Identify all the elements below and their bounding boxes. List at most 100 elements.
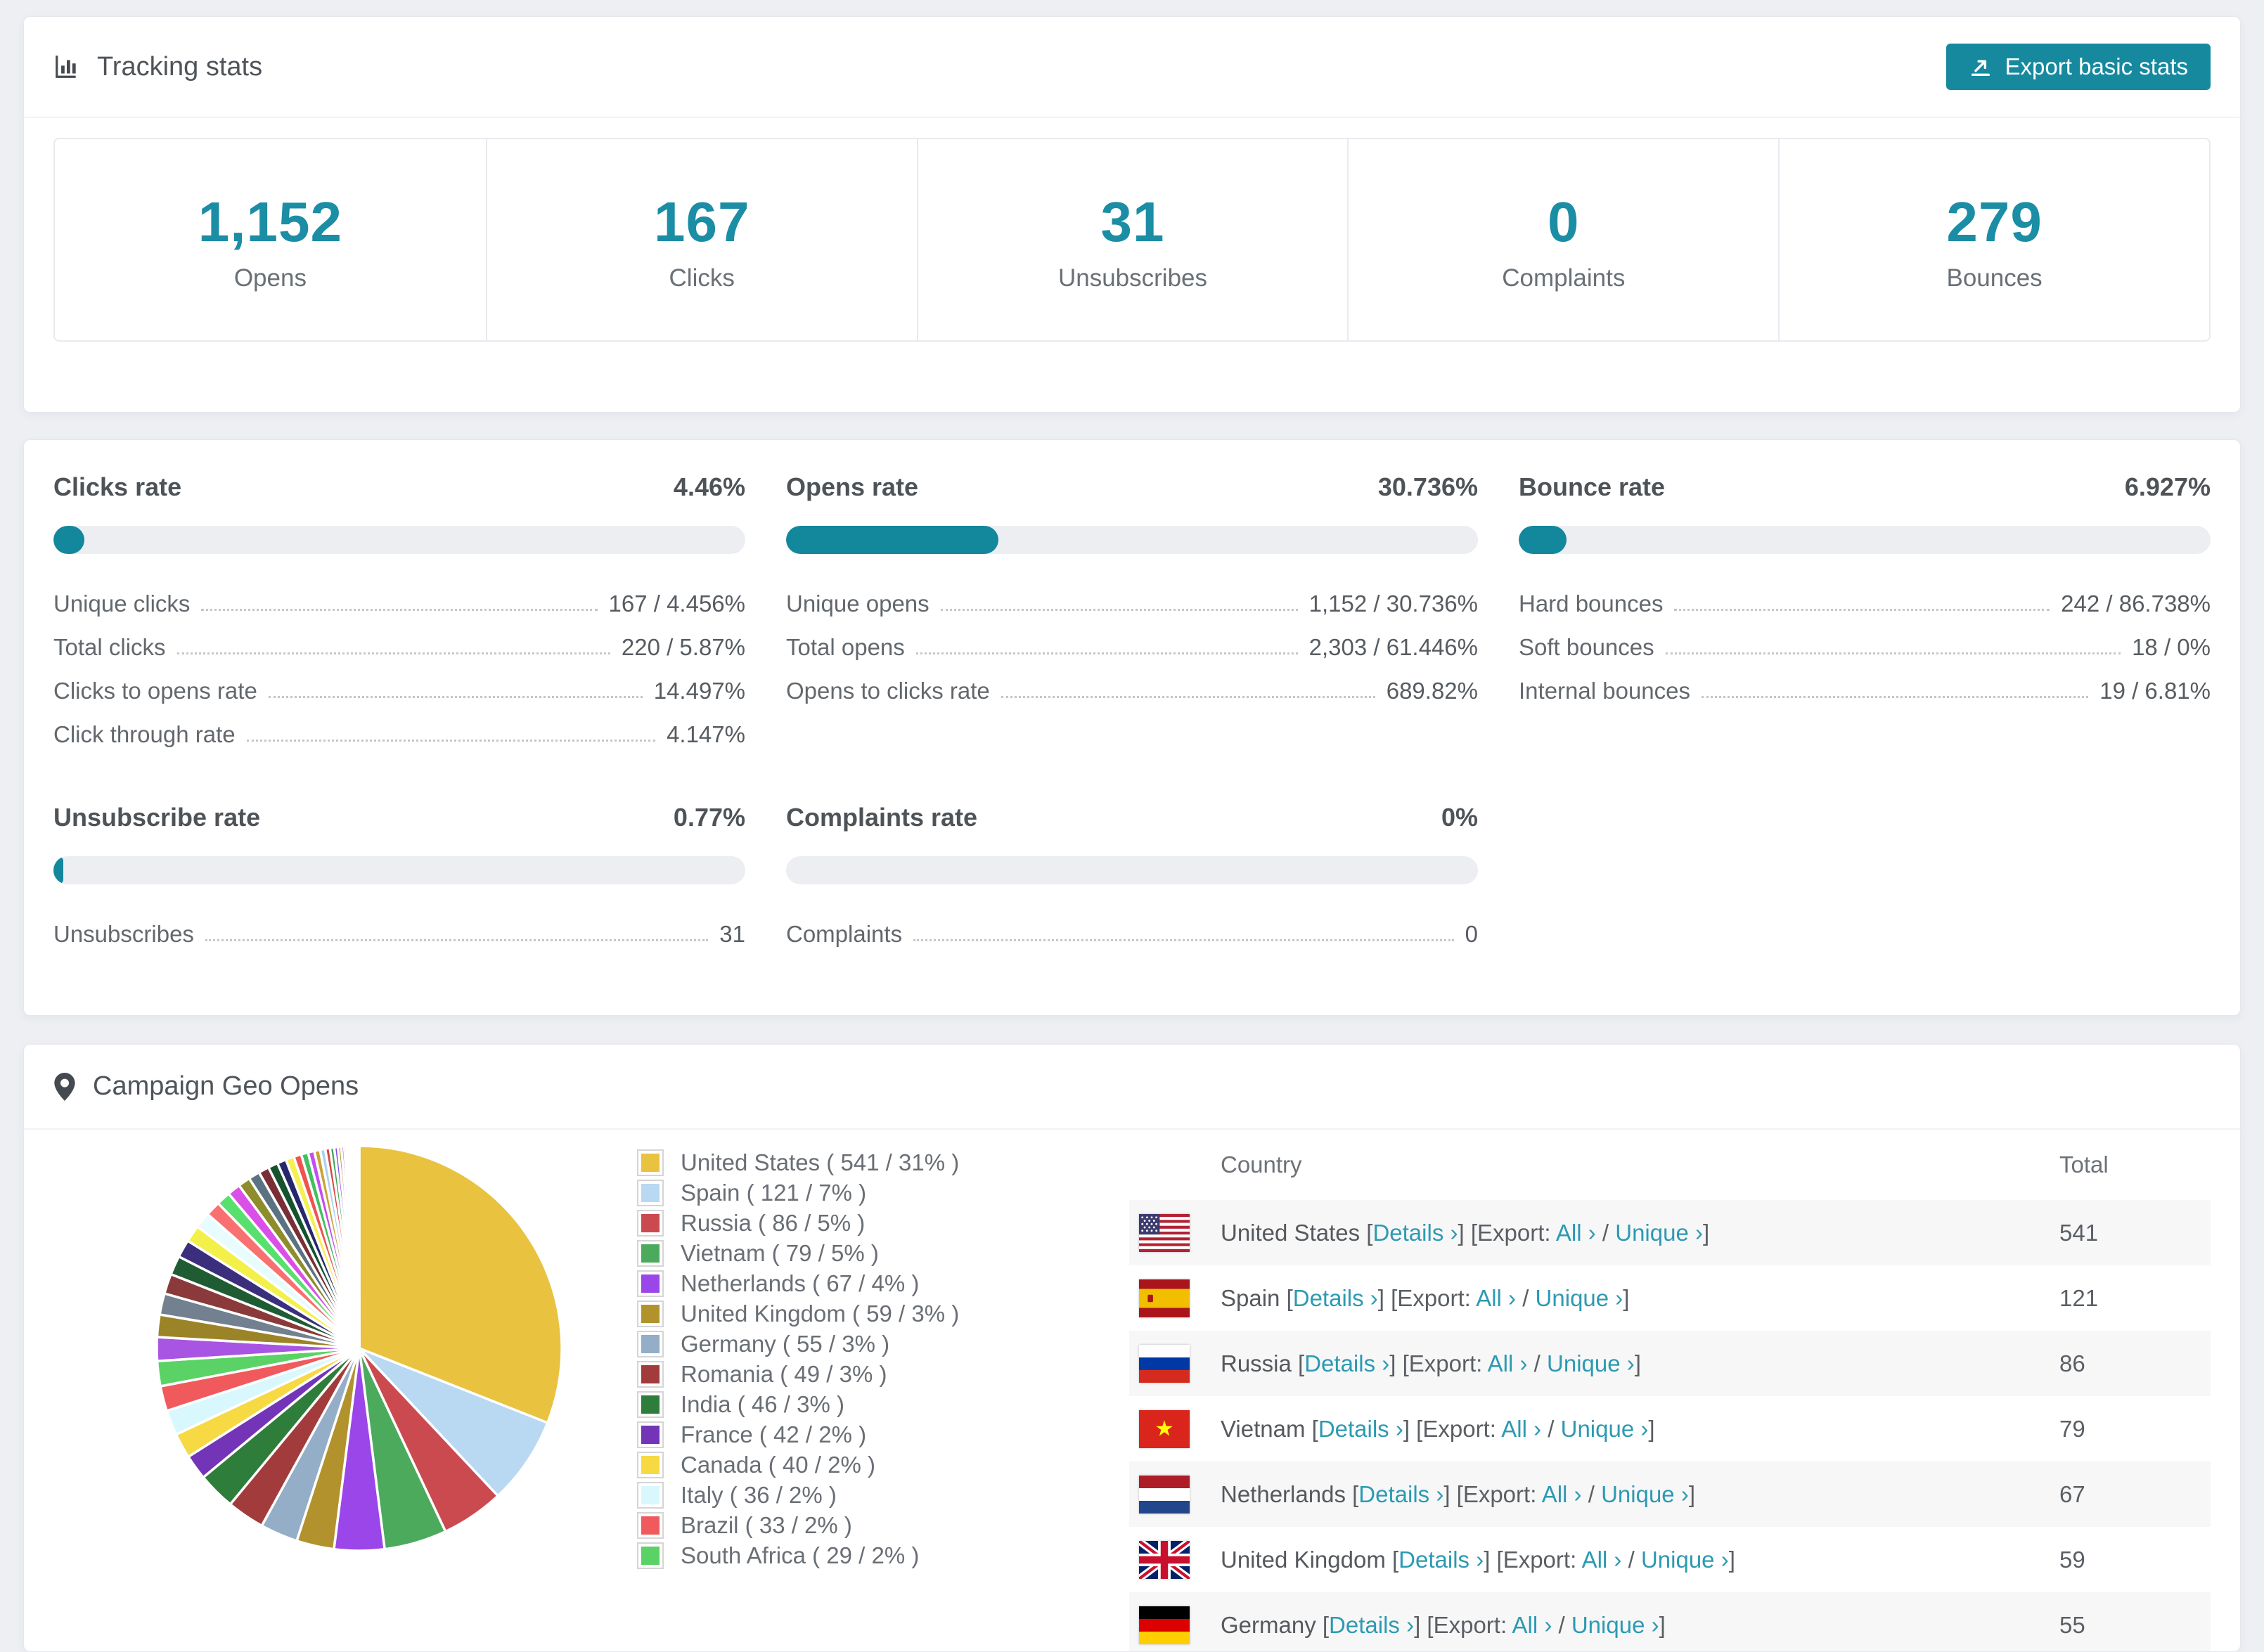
legend-label: South Africa ( 29 / 2% ) bbox=[681, 1542, 920, 1568]
export-unique-link[interactable]: Unique › bbox=[1571, 1612, 1659, 1638]
legend-item-brazil: Brazil ( 33 / 2% ) bbox=[637, 1512, 1094, 1539]
country-total: 55 bbox=[2059, 1611, 2085, 1638]
stat-box-clicks: 167 Clicks bbox=[485, 139, 917, 340]
flag-es-icon bbox=[1139, 1279, 1190, 1317]
rate-detail-row: Opens to clicks rate 689.82% bbox=[786, 678, 1478, 704]
export-unique-link[interactable]: Unique › bbox=[1641, 1547, 1729, 1573]
dotted-leader bbox=[1001, 696, 1375, 698]
rate-title: Unsubscribe rate bbox=[53, 803, 261, 832]
progress-bar-fill bbox=[53, 856, 63, 884]
rate-detail-rows: Unsubscribes 31 bbox=[53, 921, 745, 948]
export-basic-stats-button[interactable]: Export basic stats bbox=[1945, 44, 2211, 90]
export-all-link[interactable]: All › bbox=[1556, 1220, 1596, 1246]
legend-item-united-states: United States ( 541 / 31% ) bbox=[637, 1149, 1094, 1176]
export-unique-link[interactable]: Unique › bbox=[1601, 1481, 1689, 1507]
flag-de-icon bbox=[1139, 1606, 1190, 1644]
geo-title-text: Campaign Geo Opens bbox=[93, 1071, 359, 1101]
bracket: ] [Export: bbox=[1414, 1611, 1512, 1638]
country-total: 59 bbox=[2059, 1546, 2085, 1573]
geo-table-row-es: Spain [Details ›] [Export: All › / Uniqu… bbox=[1129, 1265, 2211, 1331]
legend-item-vietnam: Vietnam ( 79 / 5% ) bbox=[637, 1240, 1094, 1267]
rate-section-unsubscribe-rate: Unsubscribe rate 0.77% Unsubscribes 31 bbox=[53, 803, 745, 948]
export-all-link[interactable]: All › bbox=[1488, 1350, 1528, 1376]
legend-item-south-africa: South Africa ( 29 / 2% ) bbox=[637, 1542, 1094, 1569]
dotted-leader bbox=[1665, 652, 2121, 654]
legend-label: France ( 42 / 2% ) bbox=[681, 1421, 867, 1447]
rate-detail-rows: Unique clicks 167 / 4.456% Total clicks 220… bbox=[53, 591, 745, 748]
legend-item-spain: Spain ( 121 / 7% ) bbox=[637, 1180, 1094, 1206]
export-all-link[interactable]: All › bbox=[1512, 1612, 1552, 1638]
export-all-link[interactable]: All › bbox=[1501, 1416, 1541, 1442]
stat-value: 279 bbox=[1946, 191, 2043, 253]
legend-label: India ( 46 / 3% ) bbox=[681, 1391, 844, 1417]
rate-detail-row: Clicks to opens rate 14.497% bbox=[53, 678, 745, 704]
country-total: 121 bbox=[2059, 1284, 2099, 1311]
export-unique-link[interactable]: Unique › bbox=[1615, 1220, 1703, 1246]
rate-detail-row: Soft bounces 18 / 0% bbox=[1519, 634, 2211, 661]
export-all-link[interactable]: All › bbox=[1476, 1285, 1516, 1311]
rate-detail-value: 167 / 4.456% bbox=[608, 591, 746, 617]
export-all-link[interactable]: All › bbox=[1582, 1547, 1622, 1573]
legend-swatch bbox=[637, 1452, 664, 1478]
details-link[interactable]: Details › bbox=[1398, 1547, 1484, 1573]
details-link[interactable]: Details › bbox=[1358, 1481, 1443, 1507]
rate-value: 30.736% bbox=[1377, 472, 1478, 501]
rate-detail-label: Complaints bbox=[786, 921, 903, 947]
rate-detail-row: Hard bounces 242 / 86.738% bbox=[1519, 591, 2211, 617]
rate-detail-label: Unique clicks bbox=[53, 591, 191, 617]
export-unique-link[interactable]: Unique › bbox=[1536, 1285, 1623, 1311]
progress-bar-fill bbox=[1519, 526, 1567, 554]
slash: / bbox=[1541, 1415, 1561, 1442]
legend-item-france: France ( 42 / 2% ) bbox=[637, 1421, 1094, 1448]
progress-bar bbox=[53, 856, 745, 884]
rate-detail-value: 242 / 86.738% bbox=[2061, 591, 2211, 617]
legend-swatch bbox=[637, 1270, 664, 1297]
geo-row-text: Germany [Details ›] [Export: All › / Uni… bbox=[1221, 1612, 2059, 1639]
rate-value: 0.77% bbox=[673, 803, 745, 832]
tracking-stats-title-text: Tracking stats bbox=[97, 51, 263, 82]
bracket: ] [Export: bbox=[1389, 1350, 1488, 1376]
rate-detail-value: 31 bbox=[719, 921, 745, 947]
legend-item-united-kingdom: United Kingdom ( 59 / 3% ) bbox=[637, 1301, 1094, 1327]
rate-detail-label: Unsubscribes bbox=[53, 921, 194, 947]
bracket: ] bbox=[1702, 1219, 1710, 1246]
geo-table-row-vn: Vietnam [Details ›] [Export: All › / Uni… bbox=[1129, 1396, 2211, 1461]
dotted-leader bbox=[201, 609, 598, 611]
slash: / bbox=[1552, 1611, 1571, 1638]
stat-value: 167 bbox=[653, 191, 750, 253]
rate-detail-value: 220 / 5.87% bbox=[621, 634, 745, 660]
legend-swatch bbox=[637, 1331, 664, 1357]
dotted-leader bbox=[1702, 696, 2089, 698]
dotted-leader bbox=[268, 696, 643, 698]
export-unique-link[interactable]: Unique › bbox=[1561, 1416, 1649, 1442]
stat-box-opens: 1,152 Opens bbox=[55, 139, 486, 340]
geo-col-country-header: Country bbox=[1221, 1151, 1302, 1177]
rate-detail-label: Clicks to opens rate bbox=[53, 678, 257, 704]
bracket: ] [Export: bbox=[1443, 1480, 1542, 1507]
bracket: ] bbox=[1659, 1611, 1666, 1638]
rate-detail-row: Total opens 2,303 / 61.446% bbox=[786, 634, 1478, 661]
details-link[interactable]: Details › bbox=[1293, 1285, 1378, 1311]
details-link[interactable]: Details › bbox=[1372, 1220, 1458, 1246]
geo-table-row-us: United States [Details ›] [Export: All ›… bbox=[1129, 1200, 2211, 1265]
bracket: [ bbox=[1322, 1611, 1330, 1638]
details-link[interactable]: Details › bbox=[1304, 1350, 1389, 1376]
flag-nl-icon bbox=[1139, 1475, 1190, 1514]
details-link[interactable]: Details › bbox=[1318, 1416, 1403, 1442]
export-unique-link[interactable]: Unique › bbox=[1547, 1350, 1635, 1376]
details-link[interactable]: Details › bbox=[1329, 1612, 1414, 1638]
legend-swatch bbox=[637, 1391, 664, 1418]
rate-detail-label: Click through rate bbox=[53, 721, 236, 747]
legend-label: Vietnam ( 79 / 5% ) bbox=[681, 1240, 879, 1266]
export-all-link[interactable]: All › bbox=[1542, 1481, 1582, 1507]
rate-detail-label: Total clicks bbox=[53, 634, 166, 660]
geo-row-text: United Kingdom [Details ›] [Export: All … bbox=[1221, 1547, 2059, 1573]
slash: / bbox=[1581, 1480, 1602, 1507]
progress-bar bbox=[53, 526, 745, 554]
rate-detail-row: Total clicks 220 / 5.87% bbox=[53, 634, 745, 661]
geo-row-text: Netherlands [Details ›] [Export: All › /… bbox=[1221, 1481, 2059, 1508]
geo-table-row-ru: Russia [Details ›] [Export: All › / Uniq… bbox=[1129, 1331, 2211, 1396]
legend-swatch bbox=[637, 1210, 664, 1237]
legend-label: Russia ( 86 / 5% ) bbox=[681, 1210, 866, 1236]
progress-bar bbox=[786, 856, 1478, 884]
